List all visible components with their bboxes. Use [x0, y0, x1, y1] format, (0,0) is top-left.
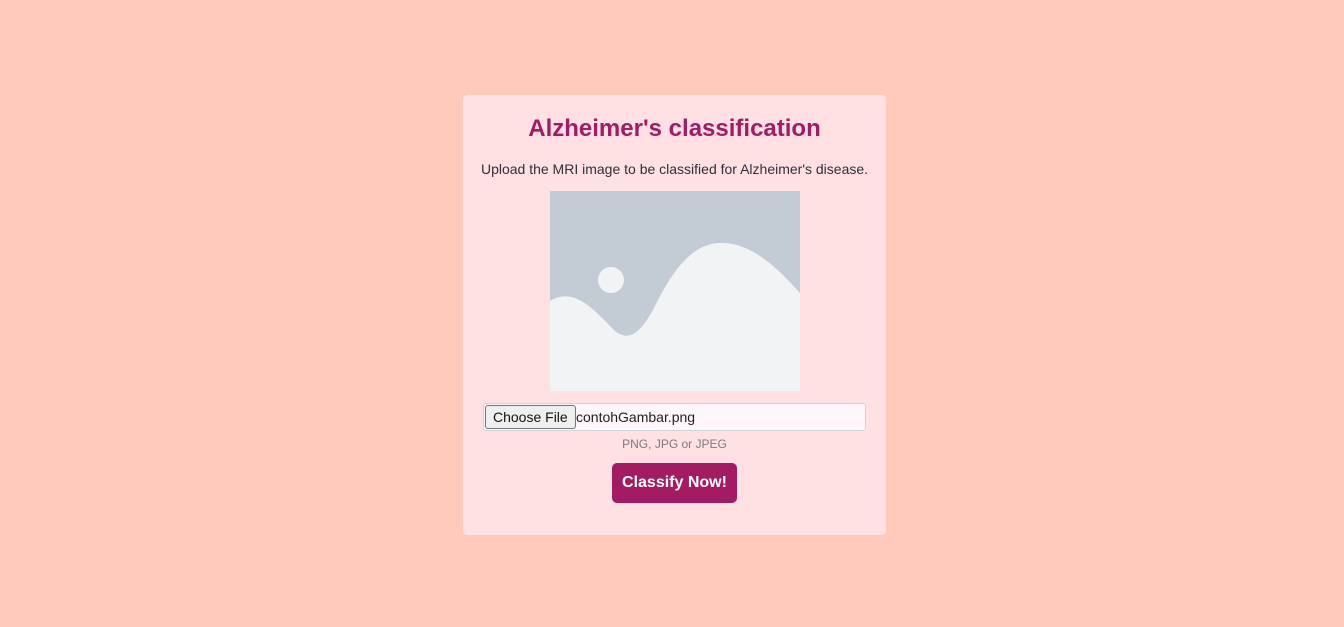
page-subtitle: Upload the MRI image to be classified fo… [480, 161, 869, 177]
image-preview [550, 191, 800, 391]
page-title: Alzheimer's classification [528, 115, 821, 142]
file-input[interactable]: Choose File contohGambar.png [483, 403, 866, 431]
selected-file-name: contohGambar.png [576, 409, 696, 425]
image-placeholder-icon [550, 191, 800, 391]
upload-card: Alzheimer's classification Upload the MR… [463, 95, 886, 535]
classify-button[interactable]: Classify Now! [612, 463, 737, 503]
choose-file-button[interactable]: Choose File [485, 405, 576, 429]
file-format-hint: PNG, JPG or JPEG [622, 437, 727, 451]
